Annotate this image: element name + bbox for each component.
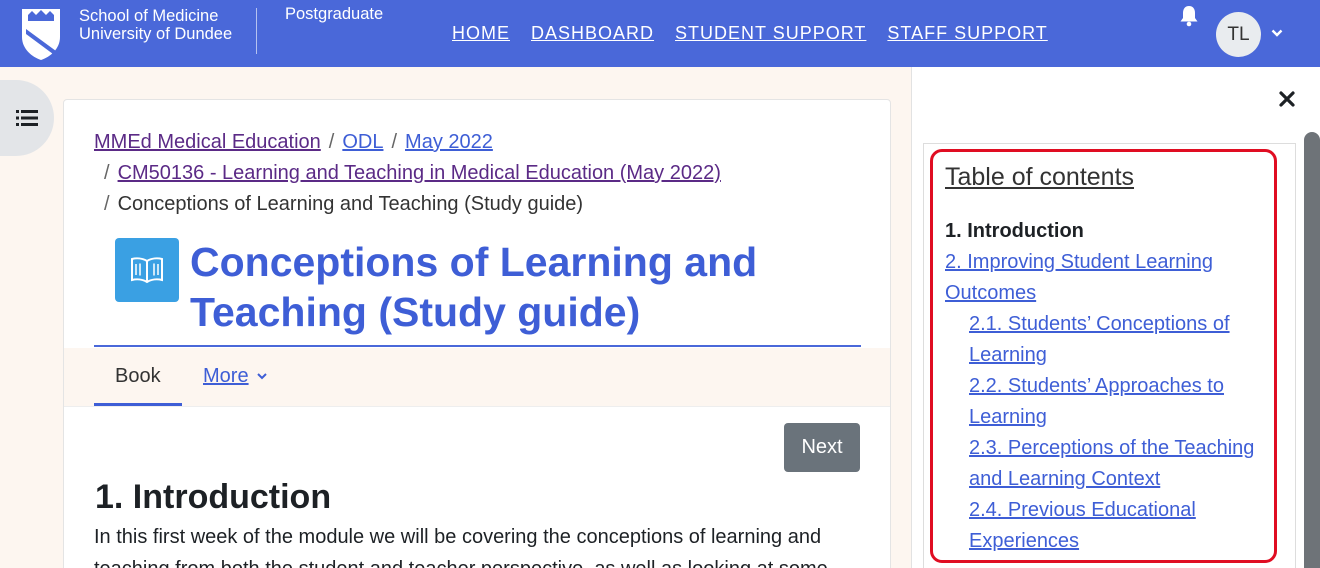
page-title: Conceptions of Learning and Teaching (St… [190,237,850,337]
page-title-line-2: Teaching (Study guide) [190,289,641,335]
secondary-nav [64,348,890,407]
breadcrumb-may-2022[interactable]: May 2022 [405,131,493,153]
breadcrumb-course[interactable]: CM50136 - Learning and Teaching in Medic… [118,162,721,184]
tab-more[interactable]: More [203,365,249,388]
school-name: School of Medicine University of Dundee [79,7,232,43]
next-button[interactable]: Next [784,423,860,472]
scrollbar[interactable] [1304,132,1320,568]
section-heading: 1. Introduction [95,478,332,516]
title-divider [94,345,861,347]
nav-staff-support[interactable]: STAFF SUPPORT [887,23,1047,44]
section-body: In this first week of the module we will… [94,526,828,568]
site-logo[interactable]: School of Medicine University of Dundee [20,7,232,61]
chevron-down-icon[interactable] [256,372,268,381]
course-index-toggle[interactable] [0,80,54,156]
breadcrumb-separator: / [328,131,335,153]
close-icon[interactable] [1278,90,1296,108]
school-line-1: School of Medicine [79,7,219,25]
breadcrumb-mmed[interactable]: MMEd Medical Education [94,131,321,153]
active-tab-indicator [94,403,182,406]
site-name: Postgraduate [285,5,384,23]
book-activity-icon [115,238,179,302]
breadcrumb: MMEd Medical Education / ODL / May 2022 / CM5… [94,127,854,220]
page-title-line-1: Conceptions of Learning and [190,239,758,285]
tab-book[interactable]: Book [115,365,161,388]
university-shield-icon [22,9,60,60]
chevron-down-icon[interactable] [1271,28,1283,38]
nav-dashboard[interactable]: DASHBOARD [531,23,654,44]
breadcrumb-separator: / [104,193,110,215]
breadcrumb-odl[interactable]: ODL [342,131,383,153]
breadcrumb-current: Conceptions of Learning and Teaching (St… [117,193,584,215]
breadcrumb-separator: / [391,131,398,153]
nav-student-support[interactable]: STUDENT SUPPORT [675,23,866,44]
bell-icon[interactable] [1177,4,1201,28]
list-icon [16,110,38,126]
primary-nav: HOME DASHBOARD STUDENT SUPPORT STAFF SUP… [452,23,1069,44]
breadcrumb-separator: / [104,162,110,184]
school-line-2: University of Dundee [79,25,233,43]
book-icon [131,257,163,284]
user-avatar[interactable]: TL [1216,12,1261,57]
top-navbar: School of Medicine University of Dundee … [0,0,1320,67]
logo-divider [256,8,257,54]
nav-home[interactable]: HOME [452,23,510,44]
toc-highlight-box [930,149,1277,563]
